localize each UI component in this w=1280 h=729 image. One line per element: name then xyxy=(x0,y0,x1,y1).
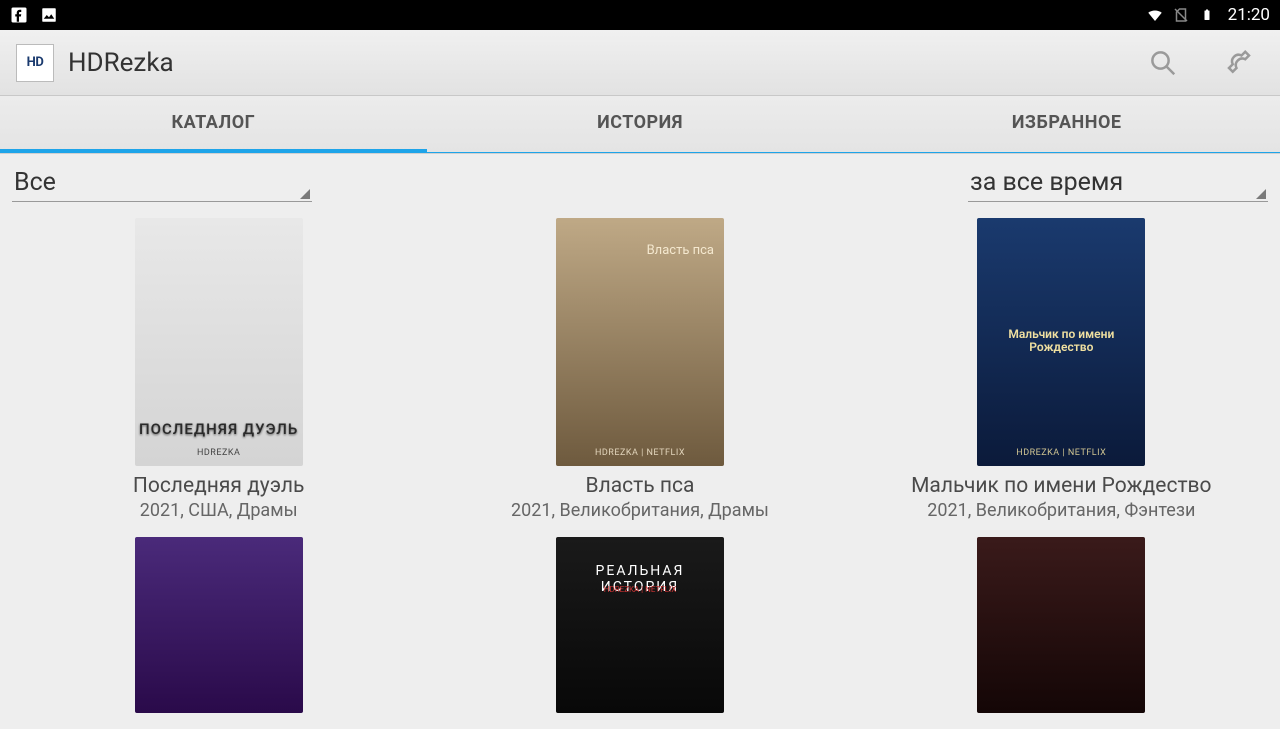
app-logo: HD xyxy=(16,44,54,82)
movie-meta: 2021, США, Драмы xyxy=(140,500,298,521)
no-sim-icon xyxy=(1172,6,1190,24)
settings-button[interactable] xyxy=(1222,48,1252,78)
movie-card[interactable] xyxy=(977,537,1145,713)
movie-title: Мальчик по имени Рождество xyxy=(911,474,1211,498)
poster-tag: HDREZKA xyxy=(135,448,303,458)
movie-card[interactable]: Мальчик по имени Рождество HDREZKA | NET… xyxy=(911,218,1211,521)
movie-card[interactable] xyxy=(135,537,303,713)
movie-title: Власть пса xyxy=(586,474,695,498)
movie-poster: Мальчик по имени Рождество HDREZKA | NET… xyxy=(977,218,1145,466)
poster-tag: HDREZKA | NETFLIX xyxy=(556,585,724,594)
category-filter[interactable]: Все xyxy=(12,164,312,202)
app-toolbar: HD HDRezka xyxy=(0,30,1280,96)
movie-poster: ПОСЛЕДНЯЯ ДУЭЛЬ HDREZKA xyxy=(135,218,303,466)
movie-grid: ПОСЛЕДНЯЯ ДУЭЛЬ HDREZKA Последняя дуэль … xyxy=(0,206,1280,729)
tab-history[interactable]: ИСТОРИЯ xyxy=(427,96,854,153)
tab-bar: КАТАЛОГ ИСТОРИЯ ИЗБРАННОЕ xyxy=(0,96,1280,154)
poster-title: Мальчик по имени Рождество xyxy=(977,328,1145,354)
wifi-icon xyxy=(1146,6,1164,24)
movie-meta: 2021, Великобритания, Драмы xyxy=(511,500,769,521)
movie-poster: Власть пса HDREZKA | NETFLIX xyxy=(556,218,724,466)
facebook-icon xyxy=(10,6,28,24)
battery-icon xyxy=(1198,6,1216,24)
period-filter[interactable]: за все время xyxy=(968,164,1268,202)
app-title: HDRezka xyxy=(68,48,174,78)
movie-poster xyxy=(977,537,1145,713)
clock: 21:20 xyxy=(1228,5,1270,25)
movie-poster xyxy=(135,537,303,713)
filter-row: Все за все время xyxy=(0,154,1280,206)
poster-title: Власть пса xyxy=(647,244,714,258)
poster-tag: HDREZKA | NETFLIX xyxy=(556,448,724,458)
movie-card[interactable]: ПОСЛЕДНЯЯ ДУЭЛЬ HDREZKA Последняя дуэль … xyxy=(133,218,305,521)
movie-poster: РЕАЛЬНАЯ ИСТОРИЯ HDREZKA | NETFLIX xyxy=(556,537,724,713)
gallery-icon xyxy=(40,6,58,24)
poster-title: ПОСЛЕДНЯЯ ДУЭЛЬ xyxy=(135,420,303,438)
tab-favorites[interactable]: ИЗБРАННОЕ xyxy=(853,96,1280,153)
tab-catalog[interactable]: КАТАЛОГ xyxy=(0,96,427,153)
movie-card[interactable]: Власть пса HDREZKA | NETFLIX Власть пса … xyxy=(511,218,769,521)
search-button[interactable] xyxy=(1148,48,1178,78)
android-status-bar: 21:20 xyxy=(0,0,1280,30)
movie-meta: 2021, Великобритания, Фэнтези xyxy=(927,500,1195,521)
poster-tag: HDREZKA | NETFLIX xyxy=(977,448,1145,458)
movie-card[interactable]: РЕАЛЬНАЯ ИСТОРИЯ HDREZKA | NETFLIX xyxy=(556,537,724,713)
movie-title: Последняя дуэль xyxy=(133,474,305,498)
